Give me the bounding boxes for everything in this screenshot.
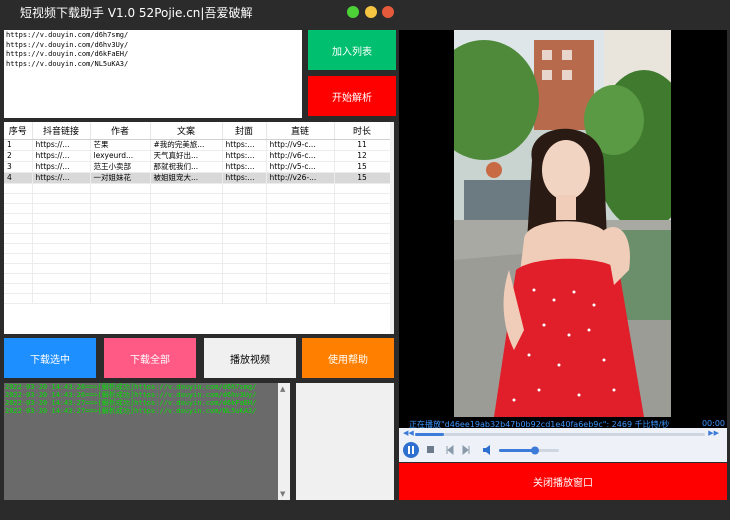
status-strip	[0, 505, 730, 520]
close-window-button[interactable]	[382, 6, 394, 18]
table-row-empty	[4, 233, 391, 244]
cell-index: 4	[4, 172, 33, 184]
url-input[interactable]: https://v.douyin.com/d6h7smg/ https://v.…	[4, 30, 302, 118]
side-panel	[296, 383, 394, 500]
cell-duration: 15	[334, 172, 391, 184]
table-row-selected[interactable]: 4 https://... 一对姐妹花 被姐姐宠大... https:... h…	[4, 172, 391, 184]
cell-index: 3	[4, 161, 33, 173]
column-header[interactable]: 文案	[150, 122, 223, 140]
table-row-empty	[4, 273, 391, 284]
cell-author: 范王小卖部	[90, 161, 151, 173]
url-line: https://v.douyin.com/NL5uKA3/	[6, 59, 129, 68]
cell-author: 一对姐妹花	[90, 172, 151, 184]
column-header[interactable]: 作者	[90, 122, 151, 140]
table-row[interactable]: 1 https://... 芒果 #我的完美旅... https:... htt…	[4, 139, 391, 151]
window-title: 短视频下载助手 V1.0 52Pojie.cn|吾爱破解	[20, 6, 253, 20]
cell-cover: https:...	[222, 139, 267, 151]
cell-caption: 被姐姐宠大...	[150, 172, 223, 184]
player-buttons	[403, 442, 559, 458]
title-bar: 短视频下载助手 V1.0 52Pojie.cn|吾爱破解	[0, 0, 730, 26]
table-row-empty	[4, 223, 391, 234]
url-line: https://v.douyin.com/d6hv3Uy/	[6, 40, 129, 49]
previous-icon[interactable]	[446, 444, 454, 456]
table-row-empty	[4, 213, 391, 224]
volume-icon[interactable]	[483, 445, 490, 455]
stop-icon[interactable]	[427, 446, 434, 453]
cell-cover: https:...	[222, 161, 267, 173]
scroll-up-icon[interactable]: ▲	[280, 385, 285, 393]
table-scrollbar[interactable]	[390, 122, 394, 334]
cell-link: https://...	[32, 139, 91, 151]
table-row-empty	[4, 263, 391, 274]
log-line: 2022-03-20 14:43:26==>[解析成功]https://v.do…	[5, 391, 257, 399]
cell-direct-link: http://v26-...	[266, 172, 335, 184]
table-row-empty	[4, 293, 391, 304]
table-row[interactable]: 2 https://... lexyeurd... 天气真好出... https…	[4, 150, 391, 162]
cell-direct-link: http://v9-c...	[266, 139, 335, 151]
video-frame[interactable]	[454, 30, 671, 417]
table-row-empty	[4, 193, 391, 204]
table-row-empty	[4, 253, 391, 264]
cell-author: 芒果	[90, 139, 151, 151]
volume-knob[interactable]	[531, 446, 539, 455]
log-scrollbar[interactable]: ▲ ▼	[278, 383, 290, 500]
download-selected-button[interactable]: 下载选中	[4, 338, 96, 378]
download-all-button[interactable]: 下载全部	[104, 338, 196, 378]
cell-index: 2	[4, 150, 33, 162]
help-button[interactable]: 使用帮助	[302, 338, 394, 378]
table-row-empty	[4, 283, 391, 294]
log-output[interactable]: 2022-03-20 14:43:26==>[解析成功]https://v.do…	[4, 383, 290, 500]
cell-link: https://...	[32, 161, 91, 173]
cell-caption: 那就祝我们...	[150, 161, 223, 173]
column-header[interactable]: 直链	[266, 122, 335, 140]
cell-direct-link: http://v6-c...	[266, 150, 335, 162]
start-parse-button[interactable]: 开始解析	[308, 76, 396, 116]
cell-caption: 天气真好出...	[150, 150, 223, 162]
next-icon[interactable]	[462, 444, 470, 456]
log-line: 2022-03-20 14:43:27==>[解析成功]https://v.do…	[5, 407, 257, 415]
video-list-table[interactable]: 序号 抖音链接 作者 文案 封面 直链 时长 1 https://... 芒果 …	[4, 122, 394, 334]
column-header[interactable]: 抖音链接	[32, 122, 91, 140]
column-header[interactable]: 封面	[222, 122, 267, 140]
scroll-down-icon[interactable]: ▼	[280, 490, 285, 498]
cell-link: https://...	[32, 150, 91, 162]
url-line: https://v.douyin.com/d6h7smg/	[6, 31, 129, 39]
cell-cover: https:...	[222, 172, 267, 184]
cell-duration: 15	[334, 161, 391, 173]
play-video-button[interactable]: 播放视频	[204, 338, 296, 378]
log-line: 2022-03-20 14:43:27==>[解析成功]https://v.do…	[5, 399, 257, 407]
player-controls: ◀◀ ▶▶	[399, 428, 727, 462]
cell-index: 1	[4, 139, 33, 151]
cell-author: lexyeurd...	[90, 150, 151, 162]
add-to-list-button[interactable]: 加入列表	[308, 30, 396, 70]
column-header[interactable]: 时长	[334, 122, 391, 140]
pause-icon[interactable]	[403, 442, 419, 458]
cell-caption: #我的完美旅...	[150, 139, 223, 151]
cell-duration: 11	[334, 139, 391, 151]
playback-time: 00:00	[701, 419, 725, 428]
table-row-empty	[4, 183, 391, 194]
video-player-pane: 正在播放"d46ee19ab32b47b0b92cd1e40fa6eb9c": …	[399, 30, 727, 429]
cell-duration: 12	[334, 150, 391, 162]
column-header[interactable]: 序号	[4, 122, 33, 140]
cell-cover: https:...	[222, 150, 267, 162]
url-line: https://v.douyin.com/d6kFaEH/	[6, 50, 129, 58]
log-line: 2022-03-20 14:43:26==>[解析成功]https://v.do…	[5, 383, 257, 391]
table-header: 序号 抖音链接 作者 文案 封面 直链 时长	[4, 122, 391, 140]
video-frame-illustration	[454, 30, 671, 417]
cell-direct-link: http://v5-c...	[266, 161, 335, 173]
minimize-button[interactable]	[347, 6, 359, 18]
maximize-button[interactable]	[365, 6, 377, 18]
table-row-empty	[4, 203, 391, 214]
cell-link: https://...	[32, 172, 91, 184]
table-row-empty	[4, 243, 391, 254]
close-player-button[interactable]: 关闭播放窗口	[399, 463, 727, 500]
table-row[interactable]: 3 https://... 范王小卖部 那就祝我们... https:... h…	[4, 161, 391, 173]
